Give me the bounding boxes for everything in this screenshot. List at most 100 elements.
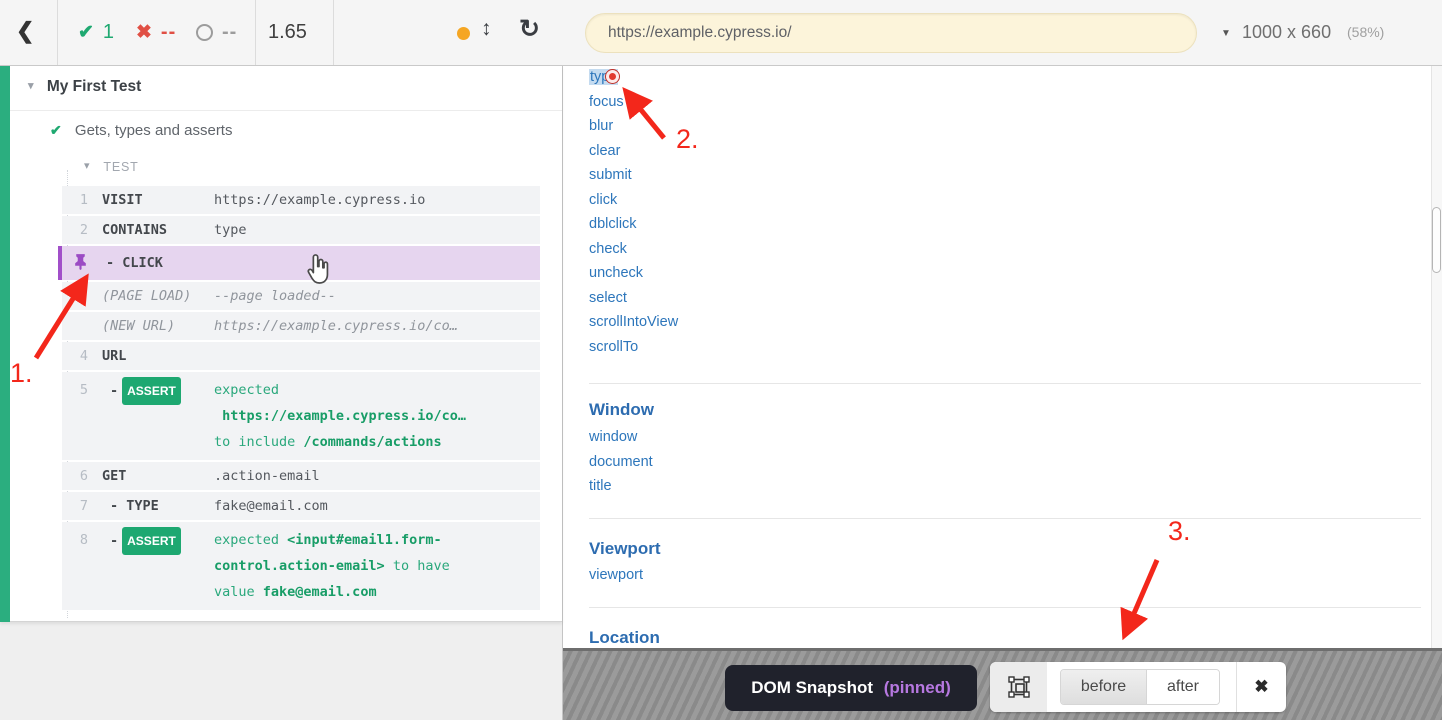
reporter-panel: ▾ My First Test ✔ Gets, types and assert… (0, 66, 562, 622)
aut-link-check[interactable]: check (589, 241, 627, 257)
command-number (62, 317, 88, 335)
reload-icon[interactable]: ↻ (519, 14, 540, 44)
passed-stat[interactable]: ✔ 1 (78, 0, 114, 65)
url-bar[interactable]: https://example.cypress.io/ (585, 13, 1197, 53)
scrollbar-thumb[interactable] (1432, 207, 1441, 273)
pin-icon-cell (62, 254, 84, 272)
check-icon: ✔ (78, 21, 94, 44)
command-number: 4 (62, 347, 88, 365)
command-row[interactable]: (PAGE LOAD)--page loaded-- (62, 282, 540, 310)
command-number (62, 287, 88, 305)
toolbar: ❮ ✔ 1 ✖ -- -- 1.65 ↕ ↻ https://example.c… (0, 0, 1442, 66)
before-button[interactable]: before (1061, 670, 1147, 704)
aut-link-document[interactable]: document (589, 454, 653, 470)
test-section-toggle[interactable]: ▾ TEST (84, 159, 139, 174)
command-number: 7 (62, 497, 88, 515)
list-item: document (589, 450, 653, 475)
aut-heading-viewport: Viewport (589, 539, 660, 559)
selector-playground-icon[interactable]: ↕ (481, 17, 492, 41)
passed-count: 1 (103, 21, 114, 44)
snapshot-message: DOM Snapshot (pinned) (725, 665, 977, 711)
command-name: - CLICK (98, 254, 210, 272)
list-item: blur (589, 114, 678, 139)
aut-link-submit[interactable]: submit (589, 167, 632, 183)
command-value: expected <input#email1.form- control.act… (214, 527, 540, 605)
aut-link-scrollIntoView[interactable]: scrollIntoView (589, 314, 678, 330)
command-row[interactable]: 5-ASSERTexpected https://example.cypress… (62, 372, 540, 460)
command-row[interactable]: 1VISIThttps://example.cypress.io (62, 186, 540, 214)
scrollbar-track[interactable] (1431, 66, 1442, 720)
x-icon: ✖ (136, 21, 152, 44)
aut-link-window[interactable]: window (589, 429, 637, 445)
aut-link-blur[interactable]: blur (589, 118, 613, 134)
command-number: 1 (62, 191, 88, 209)
suite-header[interactable]: ▾ My First Test (28, 78, 141, 96)
toolbar-divider (333, 0, 334, 65)
command-row[interactable]: 2CONTAINStype (62, 216, 540, 244)
snapshot-pinned-label: (pinned) (884, 678, 951, 697)
pending-stat[interactable]: -- (196, 0, 237, 65)
section-label: TEST (103, 160, 138, 174)
status-dot-icon (457, 27, 470, 40)
command-value: expected https://example.cypress.io/co… … (214, 377, 540, 455)
aut-link-dblclick[interactable]: dblclick (589, 216, 637, 232)
command-name: URL (102, 347, 214, 365)
collapse-caret-icon: ▾ (28, 80, 34, 92)
aut-link-uncheck[interactable]: uncheck (589, 265, 643, 281)
suite-title: My First Test (47, 78, 141, 95)
command-row[interactable]: 6GET.action-email (62, 462, 540, 490)
divider (589, 383, 1421, 384)
aut-link-clear[interactable]: clear (589, 143, 620, 159)
assert-badge: ASSERT (122, 527, 181, 555)
aut-heading-location: Location (589, 628, 660, 648)
list-item: dblclick (589, 212, 678, 237)
test-header[interactable]: ✔ Gets, types and asserts (50, 122, 232, 139)
command-name: CONTAINS (102, 221, 214, 239)
aut-link-click[interactable]: click (589, 192, 617, 208)
aut-frame: typefocusblurclearsubmitclickdblclickche… (562, 66, 1442, 720)
failed-stat[interactable]: ✖ -- (136, 0, 176, 65)
list-item: uncheck (589, 261, 678, 286)
list-item: scrollIntoView (589, 310, 678, 335)
command-log: 1VISIThttps://example.cypress.io2CONTAIN… (62, 186, 540, 612)
command-number: 2 (62, 221, 88, 239)
list-item: focus (589, 90, 678, 115)
list-item: window (589, 425, 653, 450)
toolbar-divider (57, 0, 58, 65)
aut-link-scrollTo[interactable]: scrollTo (589, 339, 638, 355)
viewport-dropdown-caret-icon[interactable]: ▼ (1221, 28, 1231, 39)
command-row[interactable]: 4 URL (62, 342, 540, 370)
test-duration: 1.65 (268, 0, 307, 65)
list-item: viewport (589, 563, 643, 588)
command-number: 6 (62, 467, 88, 485)
command-number: 5 (62, 377, 88, 455)
command-name: - TYPE (102, 497, 214, 515)
list-item: title (589, 474, 653, 499)
snapshot-banner: DOM Snapshot (pinned) before after ✖ (563, 648, 1442, 720)
close-icon[interactable]: ✖ (1236, 662, 1286, 712)
command-name: VISIT (102, 191, 214, 209)
divider (589, 518, 1421, 519)
command-value (214, 347, 540, 365)
command-value (210, 254, 540, 272)
viewport-size[interactable]: 1000 x 660 (1242, 0, 1331, 65)
viewport-links: viewport (589, 563, 643, 588)
aut-link-title[interactable]: title (589, 478, 612, 494)
aut-link-select[interactable]: select (589, 290, 627, 306)
command-row[interactable]: 7- TYPEfake@email.com (62, 492, 540, 520)
highlight-toggle-button[interactable] (990, 662, 1047, 712)
aut-link-focus[interactable]: focus (589, 94, 624, 110)
back-button[interactable]: ❮ (16, 18, 34, 44)
command-name: (NEW URL) (102, 317, 214, 335)
after-button[interactable]: after (1147, 670, 1219, 704)
command-row[interactable]: (NEW URL)https://example.cypress.io/co… (62, 312, 540, 340)
viewport-scale: (58%) (1347, 0, 1384, 65)
window-links: window document title (589, 425, 653, 499)
command-row[interactable]: 8-ASSERTexpected <input#email1.form- con… (62, 522, 540, 610)
list-item: select (589, 286, 678, 311)
snapshot-controls: before after ✖ (990, 662, 1286, 712)
aut-link-viewport[interactable]: viewport (589, 567, 643, 583)
assert-badge: ASSERT (122, 377, 181, 405)
command-value: https://example.cypress.io/co… (214, 317, 540, 335)
command-row[interactable]: - CLICK (58, 246, 540, 280)
